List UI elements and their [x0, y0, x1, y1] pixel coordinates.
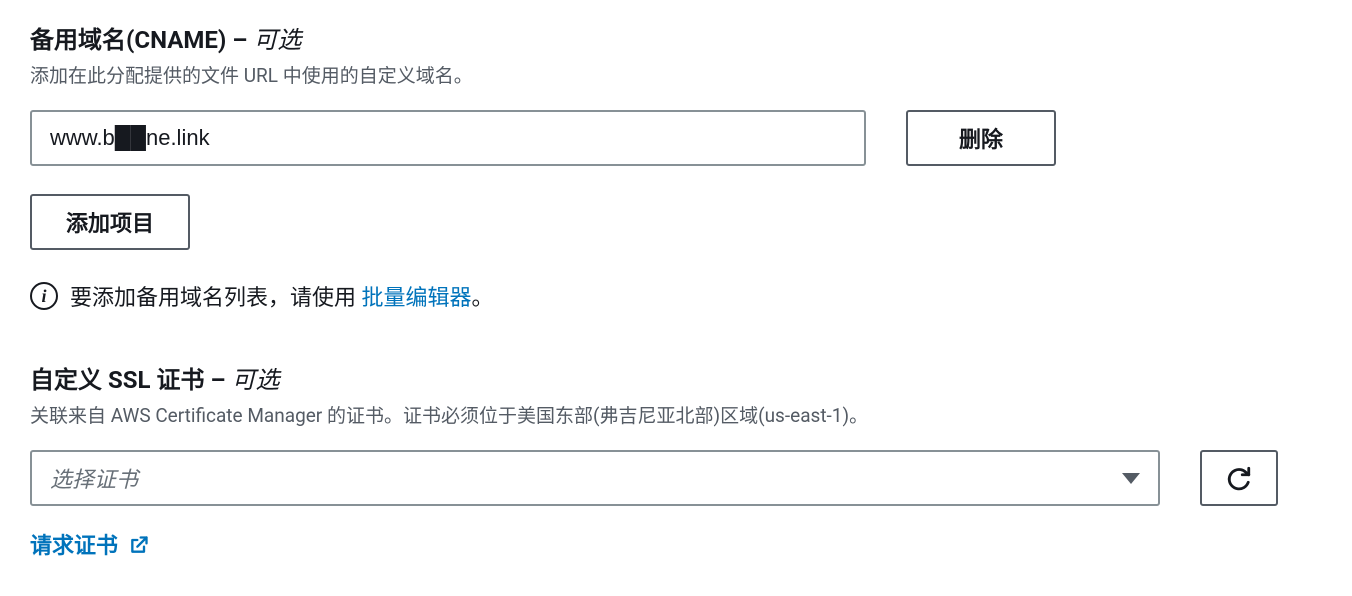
delete-button[interactable]: 删除: [906, 110, 1056, 166]
cname-info-row: i 要添加备用域名列表，请使用 批量编辑器。: [30, 280, 1322, 312]
ssl-select-row: 选择证书: [30, 450, 1322, 506]
ssl-select-placeholder: 选择证书: [50, 462, 138, 494]
bulk-editor-link[interactable]: 批量编辑器: [361, 286, 471, 311]
refresh-button[interactable]: [1200, 450, 1278, 506]
cname-title-sep: –: [226, 26, 253, 54]
request-cert-link[interactable]: 请求证书: [30, 534, 149, 559]
cname-input[interactable]: [30, 110, 866, 166]
refresh-icon: [1226, 465, 1252, 491]
cname-title-main: 备用域名(CNAME): [30, 26, 226, 54]
add-item-button[interactable]: 添加项目: [30, 194, 190, 250]
ssl-cert-select[interactable]: 选择证书: [30, 450, 1160, 506]
cname-description: 添加在此分配提供的文件 URL 中使用的自定义域名。: [30, 61, 1322, 88]
ssl-title: 自定义 SSL 证书 – 可选: [30, 360, 1322, 395]
ssl-title-main: 自定义 SSL 证书: [30, 366, 204, 394]
cname-info-suffix: 。: [471, 286, 493, 311]
request-cert-label: 请求证书: [30, 534, 118, 559]
external-link-icon: [129, 535, 149, 561]
cname-input-row: 删除: [30, 110, 1322, 166]
cname-section: 备用域名(CNAME) – 可选 添加在此分配提供的文件 URL 中使用的自定义…: [30, 20, 1322, 312]
cname-title: 备用域名(CNAME) – 可选: [30, 20, 1322, 55]
ssl-title-optional: 可选: [232, 366, 280, 394]
cname-info-prefix: 要添加备用域名列表，请使用: [70, 286, 361, 311]
caret-down-icon: [1122, 473, 1140, 484]
info-icon: i: [30, 282, 58, 310]
cname-title-optional: 可选: [253, 26, 301, 54]
ssl-section: 自定义 SSL 证书 – 可选 关联来自 AWS Certificate Man…: [30, 360, 1322, 561]
cname-info-text: 要添加备用域名列表，请使用 批量编辑器。: [70, 280, 494, 312]
request-cert-row: 请求证书: [30, 528, 1322, 561]
ssl-description: 关联来自 AWS Certificate Manager 的证书。证书必须位于美…: [30, 401, 1322, 428]
ssl-title-sep: –: [204, 366, 231, 394]
